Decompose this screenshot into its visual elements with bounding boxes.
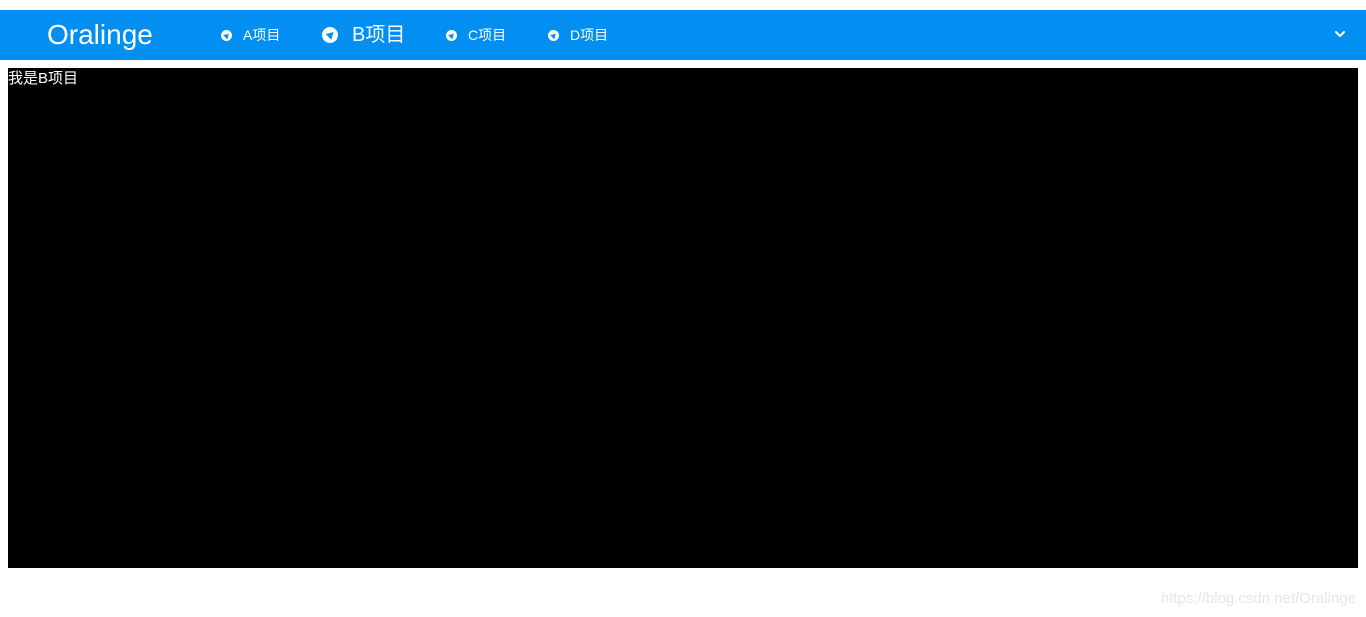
compass-icon [548, 29, 559, 41]
project-content-panel: 我是B项目 [8, 68, 1358, 568]
watermark: https://blog.csdn.net/Oralinge [1160, 590, 1356, 607]
compass-icon [446, 29, 457, 41]
top-navbar: Oralinge A项目 B项目 C项目 D项目 [0, 10, 1366, 60]
nav-item-b[interactable]: B项目 [322, 10, 405, 60]
page: Oralinge A项目 B项目 C项目 D项目 我是B项目 https://b… [0, 0, 1366, 617]
compass-icon [221, 29, 232, 41]
nav-item-label: B项目 [352, 24, 406, 46]
nav-item-label: D项目 [570, 27, 609, 43]
nav-item-d[interactable]: D项目 [548, 10, 608, 60]
nav-item-label: C项目 [468, 27, 507, 43]
nav-item-label: A项目 [243, 27, 281, 43]
project-description: 我是B项目 [8, 70, 79, 87]
chevron-down-icon[interactable] [1333, 27, 1347, 41]
brand-logo[interactable]: Oralinge [47, 17, 153, 53]
nav-item-c[interactable]: C项目 [446, 10, 506, 60]
compass-icon [322, 27, 338, 43]
nav-item-a[interactable]: A项目 [221, 10, 280, 60]
